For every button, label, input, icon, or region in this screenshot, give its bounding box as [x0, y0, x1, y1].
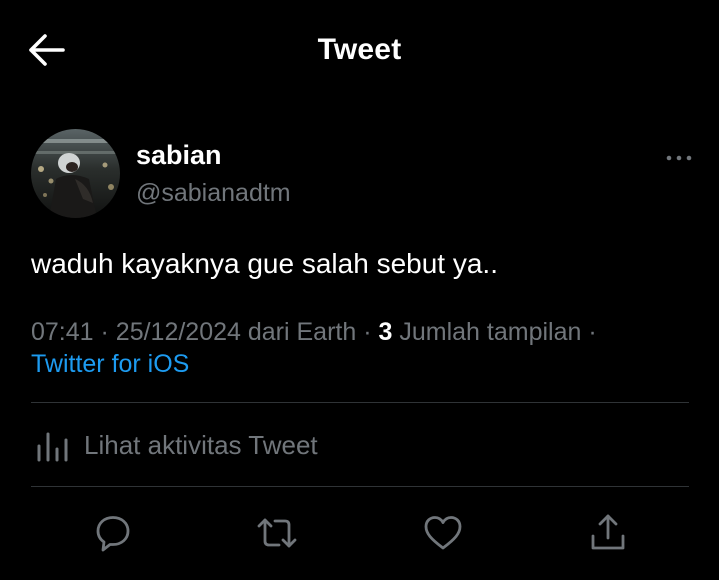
more-horizontal-icon: [666, 155, 692, 161]
view-activity-label: Lihat aktivitas Tweet: [84, 430, 318, 460]
page-title: Tweet: [317, 33, 402, 66]
source-link[interactable]: Twitter for iOS: [31, 350, 189, 379]
display-name[interactable]: sabian: [136, 140, 222, 171]
share-button[interactable]: [586, 511, 630, 555]
bar-chart-icon: [35, 427, 71, 463]
views-label: Jumlah tampilan: [399, 318, 582, 346]
meta-separator: ·: [100, 318, 109, 346]
retweet-icon: [257, 518, 297, 548]
avatar[interactable]: [31, 129, 120, 218]
profile-photo: [31, 129, 120, 218]
heart-icon: [424, 516, 462, 550]
tweet-meta: 07:41 · 25/12/2024 dari Earth · 3 Jumlah…: [31, 318, 597, 347]
share-icon: [591, 514, 625, 550]
views-count: 3: [378, 318, 393, 346]
like-button[interactable]: [421, 511, 465, 555]
divider: [31, 402, 689, 403]
divider: [31, 486, 689, 487]
top-bar: Tweet: [0, 0, 719, 100]
meta-separator: ·: [363, 318, 372, 346]
tweet-date: 25/12/2024: [115, 318, 241, 346]
retweet-button[interactable]: [255, 511, 299, 555]
tweet-location: dari Earth: [247, 318, 357, 346]
reply-icon: [96, 516, 130, 552]
tweet-text: waduh kayaknya gue salah sebut ya..: [31, 248, 498, 279]
user-handle[interactable]: @sabianadtm: [136, 179, 291, 208]
more-options-button[interactable]: [664, 148, 694, 168]
meta-separator: ·: [588, 318, 597, 346]
view-activity-button[interactable]: Lihat aktivitas Tweet: [31, 420, 689, 470]
reply-button[interactable]: [91, 511, 135, 555]
tweet-time: 07:41: [31, 318, 94, 346]
